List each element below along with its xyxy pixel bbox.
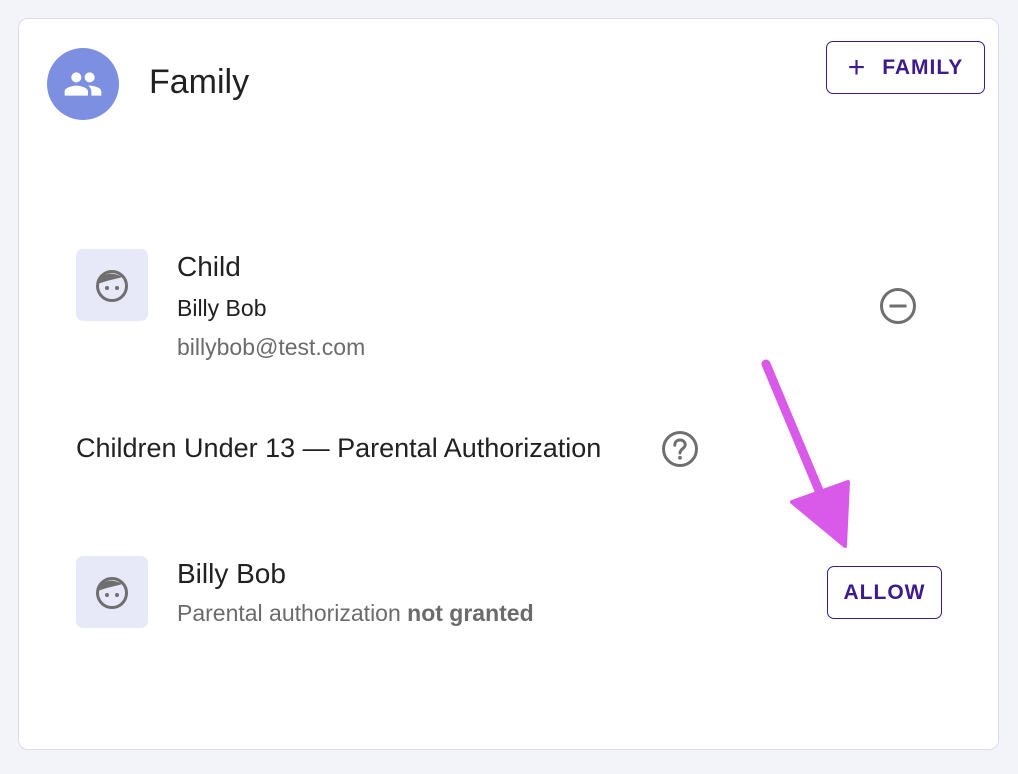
add-family-label: FAMILY: [882, 55, 964, 79]
auth-child-name: Billy Bob: [177, 558, 286, 589]
page-title: Family: [149, 63, 250, 101]
help-circle-icon[interactable]: [661, 430, 699, 468]
member-role: Child: [177, 251, 241, 282]
allow-button[interactable]: ALLOW: [827, 566, 942, 619]
add-family-button[interactable]: + FAMILY: [826, 41, 985, 94]
family-avatar: [47, 48, 119, 120]
child-face-icon: [96, 577, 128, 609]
auth-child-avatar: [76, 556, 148, 628]
auth-status-value: not granted: [407, 600, 534, 626]
plus-icon: +: [847, 50, 867, 84]
child-face-icon: [96, 270, 128, 302]
remove-circle-icon[interactable]: [879, 287, 917, 325]
member-avatar: [76, 249, 148, 321]
family-card: Family + FAMILY Child Billy Bob billybob…: [18, 18, 999, 750]
auth-status: Parental authorization not granted: [177, 600, 534, 627]
auth-status-prefix: Parental authorization: [177, 600, 401, 626]
people-group-icon: [64, 72, 102, 96]
member-email: billybob@test.com: [177, 334, 366, 360]
parental-auth-title: Children Under 13 — Parental Authorizati…: [76, 433, 602, 463]
member-name: Billy Bob: [177, 295, 267, 321]
